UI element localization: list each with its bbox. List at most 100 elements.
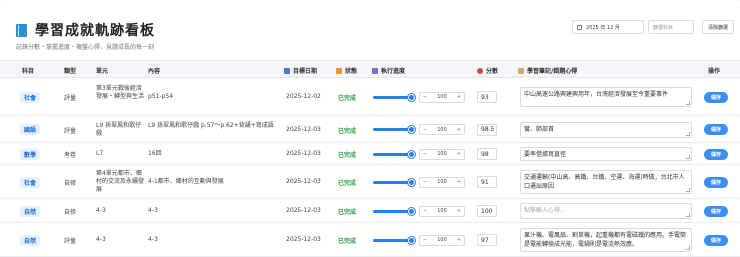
progress-stepper[interactable]: − 100 +	[419, 205, 465, 217]
content-cell: 16回	[148, 150, 162, 157]
subject-filter[interactable]: 篩選科目	[648, 20, 694, 34]
page-header: 學習成就軌跡看板	[16, 20, 155, 40]
note-textarea[interactable]: 要率借據寫直徑	[520, 147, 692, 161]
month-filter[interactable]: 2025 年 12 月	[572, 20, 644, 34]
calendar-icon	[284, 67, 290, 74]
slider-handle[interactable]	[408, 93, 415, 101]
progress-slider[interactable]	[373, 93, 415, 101]
resize-handle-icon[interactable]	[686, 213, 690, 217]
progress-slider[interactable]	[373, 207, 415, 215]
progress-slider[interactable]	[373, 150, 415, 158]
progress-stepper[interactable]: − 100 +	[419, 91, 465, 103]
clear-filter-button[interactable]: 清除篩選	[702, 20, 734, 34]
status-cell: 已完成	[338, 180, 357, 187]
target-date-cell: 2025-12-03	[286, 207, 321, 214]
content-cell: 4-1都市、鄉村的互動與發展	[148, 178, 224, 185]
col-content: 內容	[148, 68, 161, 75]
target-date-cell: 2025-12-03	[286, 236, 321, 243]
progress-slider[interactable]	[373, 126, 415, 133]
col-unit: 單元	[96, 68, 109, 75]
slider-handle[interactable]	[408, 150, 415, 158]
note-text: 交通運輸(中山高、高鐵、台鐵、空運、海運)時做，台北市人口遷出原因	[524, 174, 685, 190]
slider-handle[interactable]	[408, 178, 415, 186]
page-title: 學習成就軌跡看板	[35, 23, 155, 39]
decrement-button[interactable]: −	[420, 237, 430, 243]
decrement-button[interactable]: −	[420, 127, 430, 133]
subject-badge: 自然	[20, 234, 41, 246]
save-button[interactable]: 儲存	[704, 234, 728, 246]
slider-fill	[373, 128, 411, 131]
type-cell: 評量	[64, 127, 77, 135]
save-button[interactable]: 儲存	[704, 124, 728, 135]
resize-handle-icon[interactable]	[686, 246, 690, 250]
note-textarea[interactable]: 鸞、肺部首	[520, 121, 692, 138]
target-date-cell: 2025-12-03	[286, 178, 321, 185]
score-input[interactable]: 100	[477, 205, 497, 217]
increment-button[interactable]: +	[454, 151, 464, 157]
table-row: 自然 自修 4-3 4-3 2025-12-03 已完成 − 100 + 100…	[0, 199, 740, 223]
score-input[interactable]: 98.5	[477, 123, 497, 136]
progress-stepper[interactable]: − 100 +	[419, 148, 465, 160]
subject-badge: 國語	[20, 124, 41, 135]
increment-button[interactable]: +	[454, 237, 464, 243]
subject-filter-placeholder: 篩選科目	[653, 24, 674, 31]
resize-handle-icon[interactable]	[686, 188, 690, 192]
decrement-button[interactable]: −	[420, 179, 430, 185]
resize-handle-icon[interactable]	[686, 155, 690, 159]
save-button[interactable]: 儲存	[704, 176, 728, 188]
subject-badge: 社會	[20, 176, 41, 188]
decrement-button[interactable]: −	[420, 208, 430, 214]
decrement-button[interactable]: −	[420, 151, 430, 157]
score-input[interactable]: 93	[477, 91, 497, 103]
progress-stepper[interactable]: − 100 +	[419, 234, 465, 246]
type-cell: 考卷	[64, 152, 77, 159]
increment-button[interactable]: +	[454, 94, 464, 100]
type-cell: 自修	[64, 209, 77, 216]
dashboard-card: 學習成就軌跡看板 記錄分數・掌握進度・複盤心得，見證成長的每一刻 2025 年 …	[0, 0, 740, 257]
unit-cell: 第4單元都市、鄉村的交流及永續發展	[96, 170, 145, 193]
stepper-value: 100	[437, 94, 447, 100]
status-cell: 已完成	[338, 152, 357, 159]
type-cell: 自修	[64, 180, 77, 187]
slider-fill	[373, 152, 411, 156]
resize-handle-icon[interactable]	[686, 101, 690, 105]
col-progress-label: 執行進度	[381, 68, 406, 75]
note-textarea[interactable]: 果汁機、電風扇、割草機，起重機都有電磁鐵的應用。手電筒是電能轉換成光能，電鍋則是…	[520, 228, 692, 252]
slider-handle[interactable]	[408, 126, 415, 133]
progress-slider[interactable]	[373, 178, 415, 186]
increment-button[interactable]: +	[454, 208, 464, 214]
page-subtitle: 記錄分數・掌握進度・複盤心得，見證成長的每一刻	[16, 44, 155, 51]
save-button[interactable]: 儲存	[704, 148, 728, 160]
score-input[interactable]: 97	[477, 234, 497, 246]
col-status: 狀態	[336, 66, 357, 75]
note-textarea[interactable]: 點擊輸入心得...	[520, 203, 692, 219]
content-cell: L9 孫翠鳳和歌仔戲 p.57～p.62+背誦+寫成語	[148, 121, 274, 129]
increment-button[interactable]: +	[454, 179, 464, 185]
type-cell: 評量	[64, 238, 77, 245]
progress-stepper[interactable]: − 100 +	[419, 124, 465, 135]
subject-badge: 數學	[20, 148, 41, 160]
save-button[interactable]: 儲存	[704, 91, 728, 103]
subject-badge: 社會	[20, 91, 41, 103]
unit-cell: L7	[96, 150, 104, 157]
progress-slider[interactable]	[373, 236, 415, 244]
save-button[interactable]: 儲存	[704, 205, 728, 217]
slider-handle[interactable]	[408, 207, 415, 215]
col-status-label: 狀態	[345, 68, 358, 75]
decrement-button[interactable]: −	[420, 94, 430, 100]
score-input[interactable]: 91	[477, 176, 497, 188]
note-textarea[interactable]: 交通運輸(中山高、高鐵、台鐵、空運、海運)時做，台北市人口遷出原因	[520, 170, 692, 194]
slider-handle[interactable]	[408, 236, 415, 244]
note-text: 要率借據寫直徑	[524, 151, 567, 158]
target-icon	[477, 67, 483, 74]
note-textarea[interactable]: 中山高速公路興建興用年，台灣經濟發展至今重要事件	[520, 87, 692, 107]
note-text: 點擊輸入心得...	[524, 207, 566, 214]
col-target-date: 目標日期	[284, 66, 317, 75]
score-input[interactable]: 98	[477, 148, 497, 160]
increment-button[interactable]: +	[454, 127, 464, 133]
progress-stepper[interactable]: − 100 +	[419, 176, 465, 188]
resize-handle-icon[interactable]	[686, 131, 690, 136]
subject-badge: 自然	[20, 205, 41, 217]
book-icon	[16, 23, 27, 37]
status-cell: 已完成	[338, 209, 357, 216]
